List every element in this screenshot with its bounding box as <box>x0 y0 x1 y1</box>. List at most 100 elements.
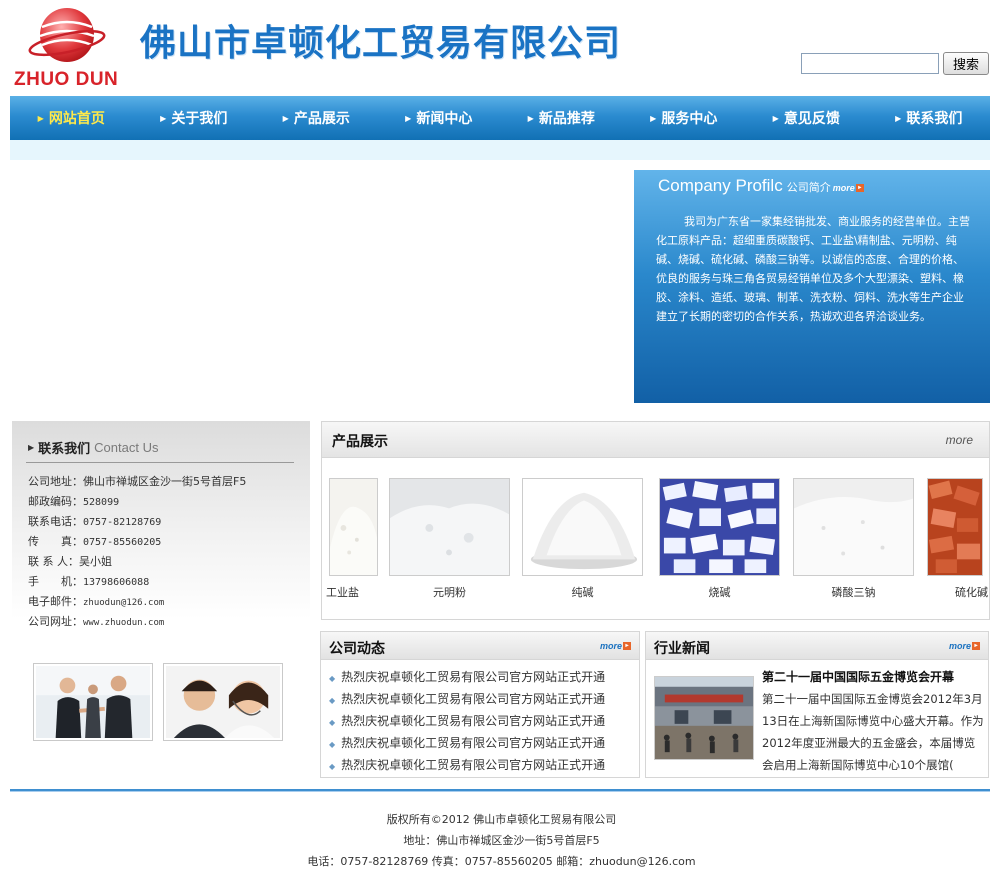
footer-copyright: 版权所有©2012 佛山市卓顿化工贸易有限公司 <box>386 813 617 826</box>
product-image <box>522 478 643 576</box>
contact-row-postcode: 邮政编码：528099 <box>28 492 246 512</box>
profile-text: 我司为广东省一家集经销批发、商业服务的经营单位。主营化工原料产品：超细重质碳酸钙… <box>656 215 970 323</box>
footer-address: 地址：佛山市禅城区金沙一街5号首层F5 <box>403 834 600 847</box>
nav-item-label: 网站首页 <box>48 111 105 127</box>
nav-item-label: 服务中心 <box>661 111 718 127</box>
nav-item-about[interactable]: ▶ 关于我们 <box>133 96 256 140</box>
diamond-bullet-icon: ◆ <box>329 762 336 771</box>
profile-title-cn: 公司简介 <box>786 181 831 194</box>
contact-panel: ▶ 联系我们 Contact Us 公司地址：佛山市禅城区金沙一街5号首层F5 … <box>12 421 310 628</box>
product-image <box>793 478 914 576</box>
search-input[interactable] <box>801 53 939 74</box>
contact-label: 手 机： <box>28 575 83 588</box>
nav-item-feedback[interactable]: ▶ 意见反馈 <box>745 96 868 140</box>
contact-value: 0757-82128769 <box>83 517 162 528</box>
product-card[interactable]: 工业盐 <box>326 478 378 600</box>
contact-label: 电子邮件： <box>28 595 83 608</box>
contact-row-person: 联 系 人：吴小姐 <box>28 552 246 572</box>
nav-item-new-products[interactable]: ▶ 新品推荐 <box>500 96 623 140</box>
company-news-more-link[interactable]: more ▸ <box>600 641 631 651</box>
arrow-right-icon: ▶ <box>895 113 902 123</box>
industry-news-panel: 行业新闻 more ▸ 第二十一届中国国际五金博览会开幕 第二十一届中国国际五金博… <box>645 631 989 778</box>
product-name: 磷酸三钠 <box>831 586 876 599</box>
profile-more-link[interactable]: more ▸ <box>833 183 864 193</box>
news-item-text: 热烈庆祝卓顿化工贸易有限公司官方网站正式开通 <box>341 758 606 772</box>
product-card[interactable]: 纯碱 <box>522 478 643 600</box>
diamond-bullet-icon: ◆ <box>329 740 336 749</box>
handshake-photo <box>33 663 153 741</box>
news-item[interactable]: ◆ 热烈庆祝卓顿化工贸易有限公司官方网站正式开通 <box>329 688 605 710</box>
products-panel: 产品展示 more 工业盐 元明粉 纯碱 烧碱 磷酸三钠 硫化碱 <box>321 421 990 620</box>
arrow-right-icon: ▶ <box>405 113 412 123</box>
contact-title-cn: 联系我们 <box>38 442 91 457</box>
arrow-right-icon: ▶ <box>37 113 44 123</box>
contact-row-email: 电子邮件：zhuodun@126.com <box>28 592 246 612</box>
news-item-text: 热烈庆祝卓顿化工贸易有限公司官方网站正式开通 <box>341 714 606 728</box>
news-item-text: 热烈庆祝卓顿化工贸易有限公司官方网站正式开通 <box>341 670 606 684</box>
globe-logo-icon <box>28 8 106 62</box>
profile-title-en: Company Profilc <box>658 176 783 195</box>
products-more-link[interactable]: more <box>946 433 973 447</box>
product-card[interactable]: 硫化碱 <box>927 478 988 600</box>
product-card[interactable]: 元明粉 <box>389 478 510 600</box>
more-label: more <box>948 641 971 651</box>
nav-item-news[interactable]: ▶ 新闻中心 <box>378 96 501 140</box>
company-news-list: ◆ 热烈庆祝卓顿化工贸易有限公司官方网站正式开通 ◆ 热烈庆祝卓顿化工贸易有限公司官… <box>329 666 605 776</box>
industry-news-header: 行业新闻 more ▸ <box>646 632 988 660</box>
contact-list: 公司地址：佛山市禅城区金沙一街5号首层F5 邮政编码：528099 联系电话：0… <box>28 472 246 632</box>
product-name: 烧碱 <box>708 586 731 599</box>
product-image <box>329 478 378 576</box>
nav-item-home[interactable]: ▶ 网站首页 <box>10 96 133 140</box>
industry-summary: 第二十一届中国国际五金博览会2012年3月13日在上海新国际博览中心盛大开幕。作… <box>762 692 984 772</box>
more-arrow-icon: ▸ <box>972 642 980 650</box>
contact-label: 公司网址： <box>28 615 83 628</box>
product-name: 硫化碱 <box>955 586 988 599</box>
contact-title-en: Contact Us <box>94 440 159 455</box>
search-button[interactable]: 搜索 <box>943 52 989 75</box>
footer-contact: 电话：0757-82128769 传真：0757-85560205 邮箱：zhu… <box>307 855 696 868</box>
contact-value: 528099 <box>83 497 120 508</box>
contact-label: 传 真： <box>28 535 83 548</box>
diamond-bullet-icon: ◆ <box>329 718 336 727</box>
product-name: 纯碱 <box>571 586 594 599</box>
news-item[interactable]: ◆ 热烈庆祝卓顿化工贸易有限公司官方网站正式开通 <box>329 754 605 776</box>
diamond-bullet-icon: ◆ <box>329 696 336 705</box>
nav-item-contact[interactable]: ▶ 联系我们 <box>868 96 991 140</box>
contact-label: 邮政编码： <box>28 495 83 508</box>
profile-heading: Company Profilc 公司简介 more ▸ <box>658 176 864 196</box>
nav-subbar <box>10 140 990 160</box>
contact-heading: ▶ 联系我们 Contact Us <box>28 438 158 457</box>
news-item[interactable]: ◆ 热烈庆祝卓顿化工贸易有限公司官方网站正式开通 <box>329 710 605 732</box>
footer-divider <box>10 789 990 792</box>
nav-item-label: 意见反馈 <box>783 111 840 127</box>
news-item-text: 热烈庆祝卓顿化工贸易有限公司官方网站正式开通 <box>341 736 606 750</box>
news-item[interactable]: ◆ 热烈庆祝卓顿化工贸易有限公司官方网站正式开通 <box>329 732 605 754</box>
more-arrow-icon: ▸ <box>623 642 631 650</box>
arrow-right-icon: ▶ <box>160 113 167 123</box>
industry-headline[interactable]: 第二十一届中国国际五金博览会开幕 <box>762 668 954 685</box>
logo-text: ZHUO DUN <box>14 69 119 90</box>
contact-value: 吴小姐 <box>79 555 112 568</box>
contact-label: 联系电话： <box>28 515 83 528</box>
arrow-right-icon: ▶ <box>527 113 534 123</box>
nav-item-label: 关于我们 <box>171 111 228 127</box>
product-image <box>659 478 780 576</box>
nav-item-products[interactable]: ▶ 产品展示 <box>255 96 378 140</box>
arrow-right-icon: ▶ <box>650 113 657 123</box>
nav-item-label: 联系我们 <box>906 111 963 127</box>
company-logo[interactable]: ZHUO DUN <box>14 5 126 91</box>
product-image <box>927 478 983 576</box>
company-news-panel: 公司动态 more ▸ ◆ 热烈庆祝卓顿化工贸易有限公司官方网站正式开通 ◆ 热烈庆祝… <box>320 631 640 778</box>
expo-photo[interactable] <box>654 676 754 760</box>
main-nav: ▶ 网站首页 ▶ 关于我们 ▶ 产品展示 ▶ 新闻中心 ▶ 新品推荐 ▶ 服务中心 ▶ 意见反… <box>10 96 990 140</box>
industry-news-title: 行业新闻 <box>654 641 710 657</box>
nav-item-service[interactable]: ▶ 服务中心 <box>623 96 746 140</box>
product-name: 工业盐 <box>326 586 359 599</box>
contact-label: 公司地址： <box>28 475 83 488</box>
contact-label: 联 系 人： <box>28 555 79 568</box>
news-item[interactable]: ◆ 热烈庆祝卓顿化工贸易有限公司官方网站正式开通 <box>329 666 605 688</box>
product-card[interactable]: 磷酸三钠 <box>793 478 914 600</box>
contact-row-website: 公司网址：www.zhuodun.com <box>28 612 246 632</box>
product-card[interactable]: 烧碱 <box>659 478 780 600</box>
industry-news-more-link[interactable]: more ▸ <box>949 641 980 651</box>
